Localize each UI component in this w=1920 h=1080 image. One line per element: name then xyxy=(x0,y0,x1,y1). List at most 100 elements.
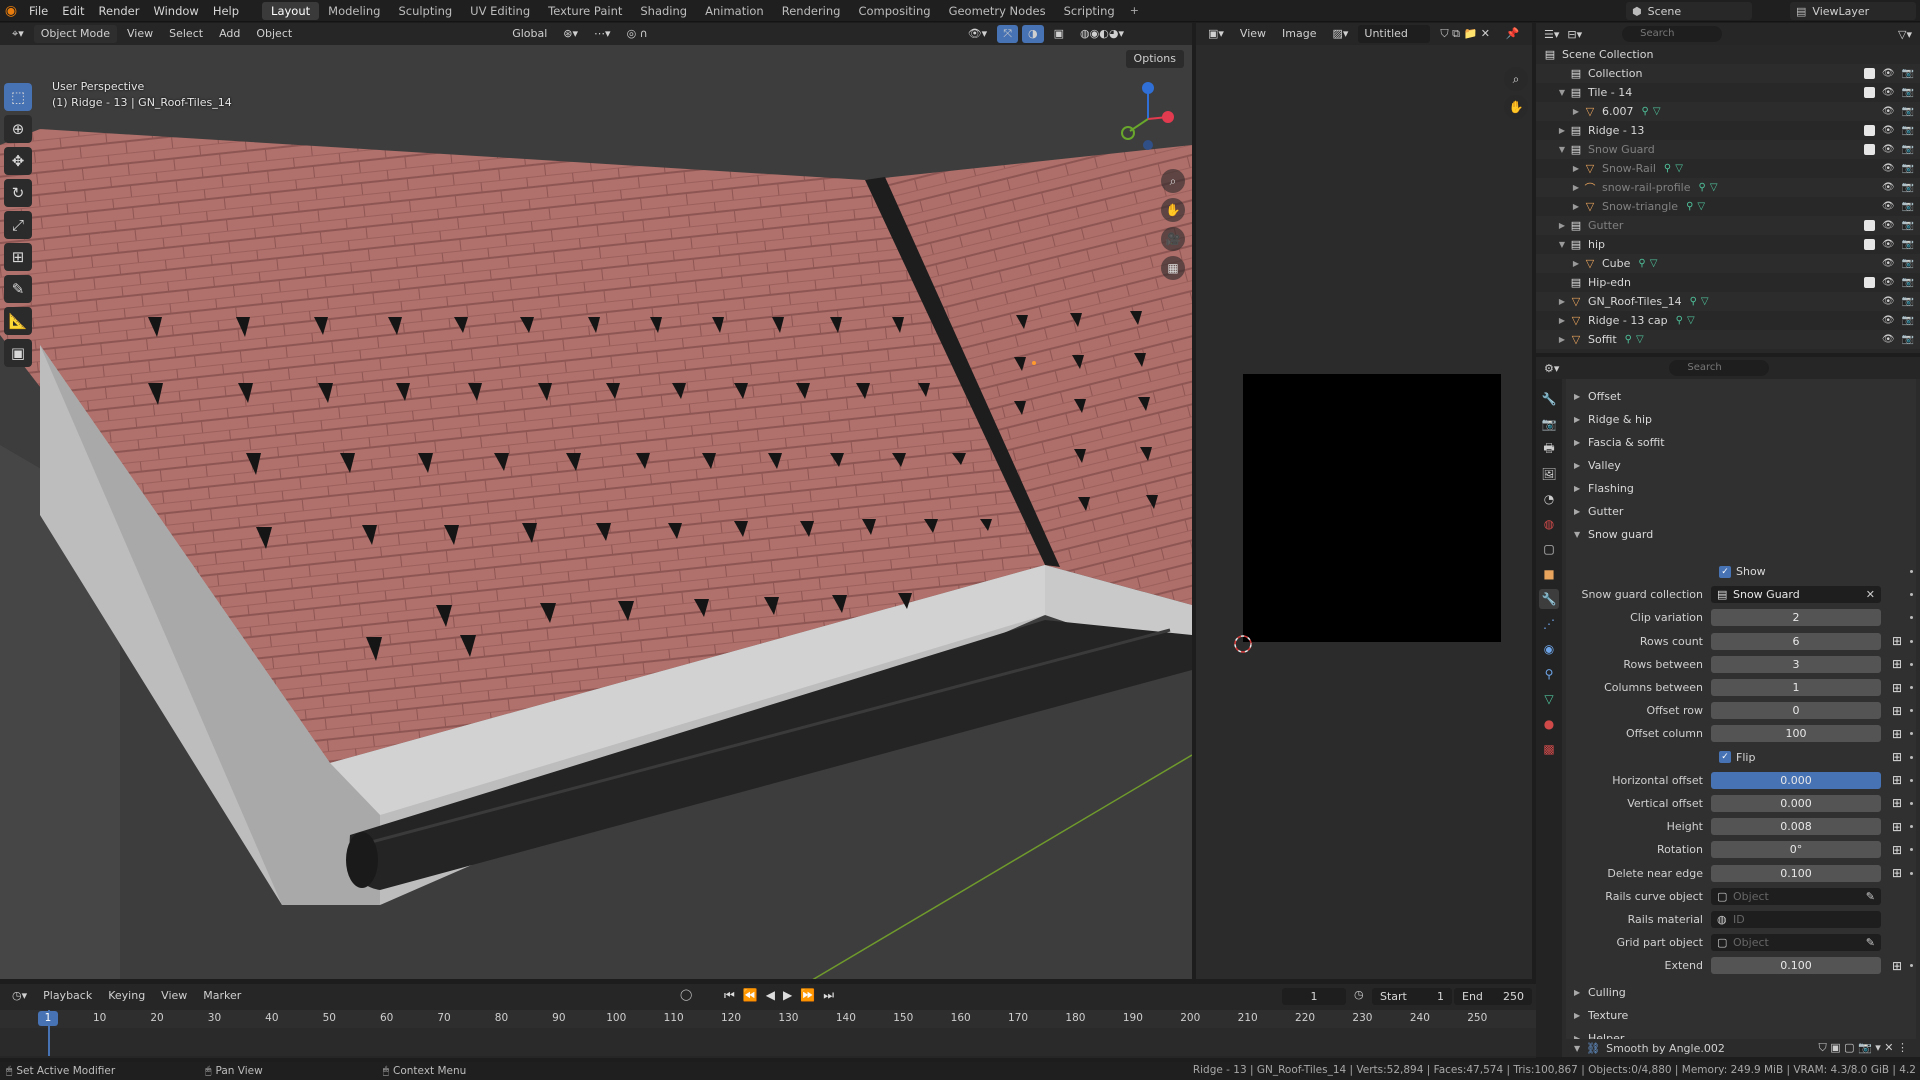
camera-icon[interactable]: 📷 xyxy=(1902,68,1914,79)
section-header[interactable]: ▶ Fascia & soffit xyxy=(1566,431,1916,454)
eye-icon[interactable]: 👁 xyxy=(1882,201,1895,212)
outliner-row[interactable]: ▼ ▤ Snow Guard 👁 📷 xyxy=(1536,140,1920,159)
image-canvas[interactable] xyxy=(1243,374,1501,642)
image-name-field[interactable]: Untitled xyxy=(1358,25,1431,43)
extend-field[interactable]: 0.100 xyxy=(1711,957,1881,975)
keyframe-icon[interactable]: ⊞ xyxy=(1890,657,1904,671)
chevron-right-icon[interactable]: ▶ xyxy=(1570,202,1582,211)
tab-layout[interactable]: Layout xyxy=(262,1,320,20)
animate-dot[interactable] xyxy=(1910,616,1913,620)
exclude-checkbox[interactable] xyxy=(1863,220,1875,231)
property-value-field[interactable]: 0 xyxy=(1711,702,1881,720)
camera-icon[interactable]: 📷 xyxy=(1902,239,1914,250)
animate-dot[interactable] xyxy=(1910,732,1913,736)
property-value-field[interactable]: 2 xyxy=(1711,609,1881,627)
menu-image-view[interactable]: View xyxy=(1234,25,1272,43)
property-value-field[interactable]: 3 xyxy=(1711,655,1881,673)
outliner-row[interactable]: ▶ ▽ Cube ⚲▽ 👁 📷 xyxy=(1536,254,1920,273)
camera-icon[interactable]: 📷 xyxy=(1902,125,1914,136)
eye-icon[interactable]: 👁 xyxy=(1882,220,1895,231)
menu-timeline-view[interactable]: View xyxy=(155,987,193,1005)
record-icon[interactable]: ◯ xyxy=(680,988,692,1001)
keyframe-icon[interactable]: ⊞ xyxy=(1890,820,1904,834)
property-value-field[interactable]: 6 xyxy=(1711,632,1881,650)
menu-window[interactable]: Window xyxy=(146,0,205,22)
animate-dot[interactable] xyxy=(1910,593,1913,597)
keyframe-icon[interactable]: ⊞ xyxy=(1890,843,1904,857)
chevron-right-icon[interactable]: ▶ xyxy=(1556,335,1568,344)
outliner-row[interactable]: ▶ ▽ GN_Roof-Tiles_14 ⚲▽ 👁 📷 xyxy=(1536,292,1920,311)
jump-start-icon[interactable]: ⏮ xyxy=(724,988,735,1003)
pan-hand-icon[interactable]: ✋ xyxy=(1161,198,1185,222)
outliner-row[interactable]: ▶ ⌒ snow-rail-profile ⚲▽ 👁 📷 xyxy=(1536,178,1920,197)
move-tool-icon[interactable]: ✥ xyxy=(4,147,32,175)
mode-dropdown[interactable]: Object Mode xyxy=(33,25,118,43)
select-box-tool-icon[interactable]: ⬚ xyxy=(4,83,32,111)
tab-sculpting[interactable]: Sculpting xyxy=(389,2,461,20)
eye-icon[interactable]: 👁 xyxy=(1882,163,1895,174)
clear-icon[interactable]: ✕ xyxy=(1866,586,1875,603)
playhead-frame-label[interactable]: 1 xyxy=(38,1011,58,1026)
eye-icon[interactable]: 👁 xyxy=(1882,87,1895,98)
properties-editor[interactable]: ⚙▾ Search 🔧 📷 🖶 🖼 ◔ ◍ ▢ ■ 🔧 ⋰ ◉ ⚲ ▽ ● ▩ … xyxy=(1536,357,1920,1057)
exclude-checkbox[interactable] xyxy=(1863,277,1875,288)
chevron-down-icon[interactable]: ▼ xyxy=(1556,145,1568,154)
outliner-search-input[interactable]: Search xyxy=(1622,26,1723,42)
transform-tool-icon[interactable]: ⊞ xyxy=(4,243,32,271)
view-layer-tab-icon[interactable]: 🖼 xyxy=(1539,464,1559,484)
modifier-toggles-icon[interactable]: ⛉ ▣ ▢ 📷 ▾ ✕ ⋮ xyxy=(1819,1041,1908,1055)
pivot-icon[interactable]: ⊛▾ xyxy=(557,25,584,43)
show-checkbox-row[interactable]: ✓ Show xyxy=(1566,560,1916,583)
eye-icon[interactable]: 👁 xyxy=(1882,315,1895,326)
camera-icon[interactable]: 📷 xyxy=(1902,277,1914,288)
menu-image[interactable]: Image xyxy=(1276,25,1322,43)
eyedropper-icon[interactable]: ✎ xyxy=(1866,934,1875,951)
timeline[interactable]: ◷▾ Playback Keying View Marker ◯ ⏮ ⏪ ◀ ▶… xyxy=(0,984,1536,1058)
exclude-checkbox[interactable] xyxy=(1863,144,1875,155)
animate-dot[interactable] xyxy=(1910,871,1913,875)
add-cube-tool-icon[interactable]: ▣ xyxy=(4,339,32,367)
play-icon[interactable]: ▶ xyxy=(783,988,792,1003)
proportional-edit-icon[interactable]: ◎ ∩ xyxy=(621,25,654,43)
shading-modes-icon[interactable]: ◍◉◐◕▾ xyxy=(1074,25,1130,43)
section-header[interactable]: ▶ Ridge & hip xyxy=(1566,408,1916,431)
eye-icon[interactable]: 👁 xyxy=(1882,106,1895,117)
exclude-checkbox[interactable] xyxy=(1863,68,1875,79)
object-picker-field[interactable]: ▢ Object ✎ xyxy=(1711,887,1881,905)
tab-shading[interactable]: Shading xyxy=(631,2,696,20)
particles-tab-icon[interactable]: ⋰ xyxy=(1539,614,1559,634)
keyframe-icon[interactable]: ⊞ xyxy=(1890,704,1904,718)
next-modifier-header[interactable]: ▼ ⛓ Smooth by Angle.002 ⛉ ▣ ▢ 📷 ▾ ✕ ⋮ xyxy=(1566,1039,1916,1057)
object-tab-icon[interactable]: ■ xyxy=(1539,564,1559,584)
keyframe-icon[interactable]: ⊞ xyxy=(1890,750,1904,764)
eye-icon[interactable]: 👁 xyxy=(1882,334,1895,345)
keyframe-icon[interactable]: ⊞ xyxy=(1890,959,1904,973)
keyframe-icon[interactable]: ⊞ xyxy=(1890,773,1904,787)
3d-viewport[interactable]: ⌖▾ Object Mode View Select Add Object Gl… xyxy=(0,23,1192,979)
zoom-icon[interactable]: ⌕ xyxy=(1161,169,1185,193)
outliner[interactable]: ☰▾ ⊟▾ Search ▽▾ ▤ Scene Collection ▤ Coll… xyxy=(1536,23,1920,353)
chevron-right-icon[interactable]: ▶ xyxy=(1556,221,1568,230)
menu-select[interactable]: Select xyxy=(163,25,209,43)
tab-compositing[interactable]: Compositing xyxy=(849,2,939,20)
eye-icon[interactable]: 👁 xyxy=(1882,68,1895,79)
camera-icon[interactable]: 📷 xyxy=(1902,87,1914,98)
output-tab-icon[interactable]: 🖶 xyxy=(1539,439,1559,459)
image-pan-icon[interactable]: ✋ xyxy=(1504,95,1528,119)
camera-icon[interactable]: 📷 xyxy=(1902,163,1914,174)
tab-texture-paint[interactable]: Texture Paint xyxy=(539,2,631,20)
keyframe-icon[interactable]: ⊞ xyxy=(1890,681,1904,695)
camera-icon[interactable]: 📷 xyxy=(1902,182,1914,193)
section-header[interactable]: ▶ Gutter xyxy=(1566,500,1916,523)
camera-icon[interactable]: 📷 xyxy=(1902,296,1914,307)
tab-modeling[interactable]: Modeling xyxy=(319,2,389,20)
section-header[interactable]: ▶ Offset xyxy=(1566,385,1916,408)
options-dropdown[interactable]: Options xyxy=(1125,50,1184,68)
section-header[interactable]: ▶ Flashing xyxy=(1566,477,1916,500)
outliner-row[interactable]: ▤ Hip-edn 👁 📷 xyxy=(1536,273,1920,292)
outliner-row[interactable]: ▶ ▤ Gutter 👁 📷 xyxy=(1536,216,1920,235)
overlay-toggle-icon[interactable]: ◑ xyxy=(1022,25,1044,43)
eye-icon[interactable]: 👁 xyxy=(1882,277,1895,288)
animate-dot[interactable] xyxy=(1910,801,1913,805)
clock-icon[interactable]: ◷ xyxy=(1354,988,1364,1001)
